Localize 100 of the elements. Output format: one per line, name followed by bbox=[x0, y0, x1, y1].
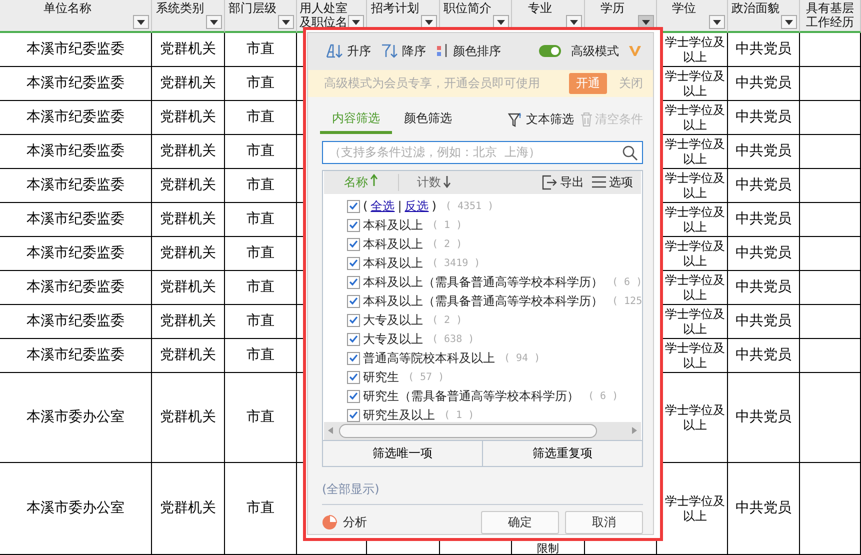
table-cell: 党群机关 bbox=[160, 76, 216, 91]
checkbox[interactable] bbox=[347, 218, 360, 232]
column-header: 系统类别 bbox=[156, 1, 204, 15]
table-cell: 中共党员 bbox=[736, 144, 792, 159]
column-header: 部门层级 bbox=[228, 1, 276, 15]
table-cell: 市直 bbox=[246, 110, 274, 125]
table-cell: 中共党员 bbox=[736, 212, 792, 227]
checkbox[interactable] bbox=[347, 352, 360, 365]
analysis-button[interactable]: 分析 bbox=[322, 514, 367, 531]
list-item-label[interactable]: 本科及以上（需具备普通高等学校本科学历） bbox=[363, 274, 603, 291]
table-cell: 本溪市纪委监委 bbox=[26, 178, 124, 193]
checkbox[interactable] bbox=[347, 256, 360, 270]
caret-icon bbox=[570, 20, 578, 24]
text-filter-button[interactable]: 文本筛选 bbox=[508, 111, 574, 128]
filter-dropdown-button[interactable] bbox=[781, 15, 797, 29]
sort-by-count-button[interactable]: 计数 bbox=[399, 174, 451, 191]
list-item-label[interactable]: 本科及以上 bbox=[363, 236, 423, 253]
dialog-button[interactable]: 取消 bbox=[565, 511, 643, 534]
table-cell: 党群机关 bbox=[160, 314, 216, 329]
vip-icon bbox=[629, 45, 641, 58]
table-cell: 市直 bbox=[246, 314, 274, 329]
checkbox[interactable] bbox=[347, 390, 360, 403]
checkbox[interactable] bbox=[347, 332, 360, 346]
filter-dropdown-button[interactable] bbox=[133, 15, 149, 29]
item-count: ( 94 ) bbox=[504, 352, 540, 364]
table-cell: 市直 bbox=[246, 280, 274, 295]
table-cell-text: 学士学位及以上 bbox=[664, 170, 726, 200]
link[interactable]: 反选 bbox=[404, 198, 429, 215]
checkbox[interactable] bbox=[347, 408, 360, 422]
filter-dropdown-button[interactable] bbox=[278, 15, 294, 29]
checkbox[interactable] bbox=[347, 276, 360, 289]
list-item-label[interactable]: 本科及以上 bbox=[363, 254, 423, 272]
column-header: 职位简介 bbox=[444, 1, 492, 15]
item-count: ( 4351 ) bbox=[445, 200, 494, 212]
list-item-label[interactable]: 本科及以上（需具备普通高等学校本科学历） bbox=[363, 292, 603, 310]
link[interactable]: 全选 bbox=[370, 198, 395, 215]
table-cell-text: 学士学位及以上 bbox=[664, 102, 726, 132]
search-field[interactable]: （支持多条件过滤，例如：北京 上海） bbox=[322, 140, 643, 164]
list-item-label[interactable]: 研究生（需具备普通高等学校本科学历） bbox=[363, 388, 579, 405]
checkbox[interactable] bbox=[347, 314, 360, 327]
funnel-icon bbox=[508, 112, 524, 128]
sort-button[interactable]: 升序 bbox=[326, 42, 371, 60]
tab[interactable]: 颜色筛选 bbox=[392, 106, 464, 134]
table-cell: 中共党员 bbox=[736, 42, 792, 57]
checkbox[interactable] bbox=[347, 294, 360, 308]
item-count: ( 6 ) bbox=[588, 390, 618, 402]
punctuation: ) bbox=[432, 199, 436, 214]
table-cell: 中共党员 bbox=[736, 178, 792, 193]
filter-dropdown-button[interactable] bbox=[709, 15, 725, 29]
table-cell-text: 学士学位及以上 bbox=[664, 34, 726, 64]
caret-icon bbox=[785, 20, 793, 24]
list-item-label[interactable]: 研究生及以上 bbox=[363, 406, 435, 422]
table-cell: 党群机关 bbox=[160, 212, 216, 227]
sort-button[interactable]: 降序 bbox=[381, 42, 426, 60]
table-cell: 市直 bbox=[246, 144, 274, 159]
table-cell: 中共党员 bbox=[736, 348, 792, 363]
table-cell: 市直 bbox=[246, 246, 274, 261]
dialog-button[interactable]: 确定 bbox=[481, 511, 559, 534]
table-cell: 本溪市纪委监委 bbox=[26, 144, 124, 159]
table-cell: 中共党员 bbox=[736, 501, 792, 516]
caret-icon bbox=[497, 20, 505, 24]
table-cell: 中共党员 bbox=[736, 314, 792, 329]
item-count: ( 57 ) bbox=[408, 372, 444, 383]
list-item-label[interactable]: 普通高等院校本科及以上 bbox=[363, 350, 495, 367]
table-cell: 党群机关 bbox=[160, 348, 216, 363]
column-header: 政治面貌 bbox=[732, 1, 780, 15]
table-cell: 党群机关 bbox=[160, 410, 216, 425]
table-cell-text: 学士学位及以上 bbox=[664, 340, 726, 370]
table-cell: 本溪市纪委监委 bbox=[26, 42, 124, 57]
punctuation: | bbox=[398, 199, 402, 214]
table-cell: 中共党员 bbox=[736, 110, 792, 125]
menu-icon bbox=[592, 176, 606, 188]
filter-dropdown-button[interactable] bbox=[206, 15, 222, 29]
caret-icon bbox=[352, 20, 360, 24]
sort-button[interactable]: 颜色排序 bbox=[436, 42, 501, 60]
banner-text: 高级模式为会员专享，开通会员即可使用 bbox=[324, 74, 541, 92]
table-cell: 市直 bbox=[246, 76, 274, 91]
list-item-label[interactable]: 大专及以上 bbox=[363, 312, 423, 329]
export-button[interactable]: 导出 bbox=[542, 174, 584, 191]
column-header: 具有基层工作经历 bbox=[805, 1, 855, 29]
caret-icon bbox=[210, 20, 218, 24]
sort-ascending-icon bbox=[326, 43, 344, 60]
up-arrow-icon bbox=[370, 174, 378, 186]
caret-icon bbox=[425, 20, 433, 24]
table-cell: 限制 bbox=[537, 543, 559, 554]
checkbox[interactable] bbox=[347, 238, 360, 251]
list-item-label[interactable]: 大专及以上 bbox=[363, 330, 423, 348]
checkbox[interactable] bbox=[347, 200, 360, 213]
table-cell: 党群机关 bbox=[160, 280, 216, 295]
list-item-label[interactable]: 研究生 bbox=[363, 368, 399, 386]
item-count: ( 3419 ) bbox=[432, 258, 480, 269]
table-cell: 党群机关 bbox=[160, 110, 216, 125]
item-count: ( 638 ) bbox=[432, 334, 474, 345]
table-cell: 中共党员 bbox=[736, 280, 792, 295]
table-cell: 党群机关 bbox=[160, 501, 216, 516]
checkbox[interactable] bbox=[347, 370, 360, 384]
options-button[interactable]: 选项 bbox=[592, 174, 633, 191]
item-count: ( 1 ) bbox=[432, 220, 462, 231]
list-item-label[interactable]: 本科及以上 bbox=[363, 216, 423, 234]
toggle-switch[interactable] bbox=[539, 45, 561, 58]
